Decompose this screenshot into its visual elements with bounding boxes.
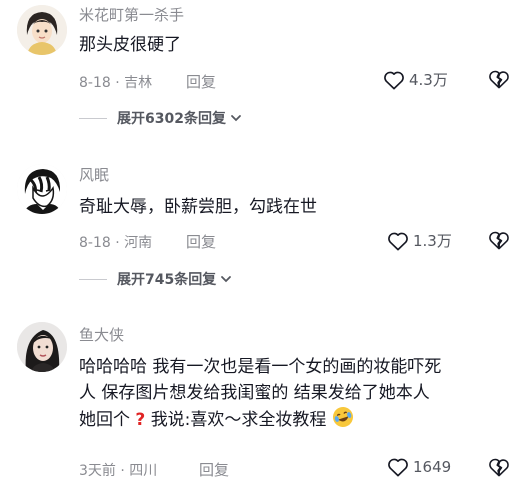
- comment-item: 鱼大侠 哈哈哈哈 我有一次也是看一个女的画的妆能吓死 人 保存图片想发给我闺蜜的…: [0, 318, 529, 480]
- like-count: 4.3万: [409, 71, 448, 89]
- meta-separator: ·: [115, 235, 120, 251]
- meta-separator: ·: [115, 75, 120, 91]
- meta-separator: ·: [120, 463, 125, 479]
- comment-text: 那头皮很硬了: [79, 35, 181, 55]
- like-count: 1649: [413, 458, 452, 476]
- divider: [79, 117, 107, 119]
- comment-text-line: 哈哈哈哈 我有一次也是看一个女的画的妆能吓死: [79, 357, 442, 377]
- broken-heart-icon: [489, 70, 509, 89]
- comment-date: 8-18: [79, 75, 111, 91]
- broken-heart-icon: [489, 231, 509, 250]
- heart-outline-icon: [388, 458, 408, 477]
- avatar[interactable]: [17, 5, 67, 55]
- comment-meta: 8-18 · 吉林: [79, 72, 152, 92]
- username[interactable]: 鱼大侠: [79, 324, 124, 345]
- comment-meta: 3天前 · 四川: [79, 460, 157, 480]
- avatar[interactable]: [17, 164, 67, 214]
- comment-item: 风眠 奇耻大辱，卧薪尝胆，勾践在世 8-18 · 河南 回复 1.3万 展开74…: [0, 160, 529, 295]
- comment-date: 3天前: [79, 463, 116, 479]
- comment-text-line: 她回个 ? 我说:喜欢～求全妆教程: [79, 406, 519, 433]
- dislike-button[interactable]: [488, 457, 510, 481]
- laughing-crying-emoji: [332, 407, 353, 427]
- dislike-button[interactable]: [488, 230, 510, 254]
- reply-button[interactable]: 回复: [186, 71, 216, 92]
- reply-button[interactable]: 回复: [186, 231, 216, 252]
- comment-meta: 8-18 · 河南: [79, 232, 152, 252]
- red-question-mark-emoji: ?: [135, 410, 146, 430]
- expand-replies-label: 展开6302条回复: [117, 111, 226, 127]
- comment-location: 四川: [129, 463, 158, 479]
- comment-location: 吉林: [124, 75, 153, 91]
- comment-text: 奇耻大辱，卧薪尝胆，勾践在世: [79, 197, 317, 217]
- expand-replies-button[interactable]: 展开6302条回复: [79, 108, 243, 128]
- reply-button[interactable]: 回复: [199, 459, 229, 480]
- heart-outline-icon: [384, 71, 404, 89]
- broken-heart-icon: [489, 458, 509, 477]
- comment-item: 米花町第一杀手 那头皮很硬了 8-18 · 吉林 回复 4.3万 展开6302条…: [0, 0, 529, 135]
- chevron-down-icon: [231, 115, 241, 122]
- like-button[interactable]: 4.3万: [383, 69, 448, 90]
- comment-text-line: 人 保存图片想发给我闺蜜的 结果发给了她本人: [79, 383, 430, 403]
- expand-replies-label: 展开745条回复: [117, 272, 217, 288]
- chevron-down-icon: [221, 276, 232, 283]
- comment-location: 河南: [124, 235, 153, 251]
- comment-date: 8-18: [79, 235, 111, 251]
- username[interactable]: 米花町第一杀手: [79, 4, 184, 25]
- like-button[interactable]: 1.3万: [387, 230, 452, 251]
- expand-replies-button[interactable]: 展开745条回复: [79, 269, 233, 289]
- like-button[interactable]: 1649: [387, 457, 451, 477]
- comment-text-span: 她回个: [79, 410, 130, 430]
- divider: [79, 278, 107, 280]
- like-count: 1.3万: [413, 232, 452, 250]
- comment-text: 哈哈哈哈 我有一次也是看一个女的画的妆能吓死 人 保存图片想发给我闺蜜的 结果发…: [79, 354, 519, 433]
- comment-text-span: 我说:喜欢～求全妆教程: [150, 410, 327, 430]
- heart-outline-icon: [388, 232, 408, 250]
- avatar[interactable]: [17, 322, 67, 372]
- dislike-button[interactable]: [488, 69, 510, 93]
- username[interactable]: 风眠: [79, 164, 109, 185]
